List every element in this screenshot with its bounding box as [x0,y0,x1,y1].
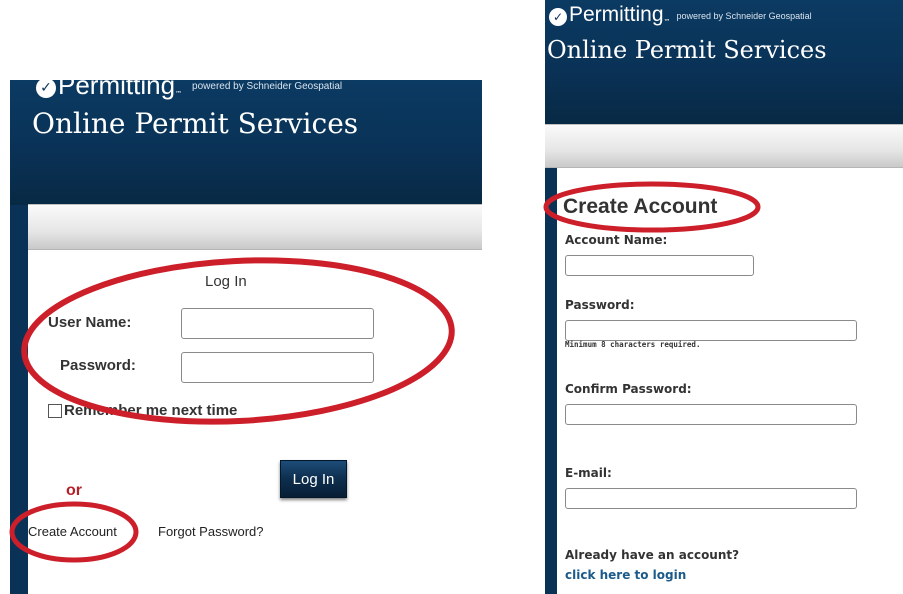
trademark-symbol-right: ™ [663,18,671,26]
check-circle-icon: ✓ [549,8,567,26]
login-panel: ✓ Permitting ™ powered by Schneider Geos… [10,80,482,594]
check-circle-icon: ✓ [36,80,56,98]
nav-bar-right [545,124,903,168]
left-border [10,205,28,594]
already-have-account-text: Already have an account? [565,548,740,562]
brand-logo-text-right: Permitting [569,3,664,26]
powered-by-text-right: powered by Schneider Geospatial [676,11,812,21]
remember-me-checkbox[interactable] [48,403,62,418]
login-button[interactable]: Log In [280,460,347,498]
password-label: Password: [60,357,136,374]
site-header: ✓ Permitting ™ powered by Schneider Geos… [10,80,482,205]
username-label: User Name: [48,314,132,331]
brand-logo-row-right: ✓ Permitting ™ powered by Schneider Geos… [549,4,812,26]
create-account-panel: ✓ Permitting ™ powered by Schneider Geos… [545,0,903,594]
brand-logo-row: ✓ Permitting ™ powered by Schneider Geos… [36,80,342,98]
remember-me-label: Remember me next time [64,402,238,419]
site-title: Online Permit Services [32,107,359,140]
username-input[interactable] [181,308,374,339]
create-account-link[interactable]: Create Account [28,524,117,539]
forgot-password-link[interactable]: Forgot Password? [158,524,264,539]
nav-bar [28,204,482,250]
password-label-right: Password: [565,298,635,312]
site-title-right: Online Permit Services [547,36,827,64]
new-password-input[interactable] [565,320,857,341]
brand-logo-text: Permitting [58,80,176,100]
site-header-right: ✓ Permitting ™ powered by Schneider Geos… [545,0,903,125]
email-label: E-mail: [565,466,612,480]
account-name-input[interactable] [565,255,754,276]
login-link[interactable]: click here to login [565,568,686,582]
email-input[interactable] [565,488,857,509]
create-account-heading: Create Account [563,195,718,218]
password-input[interactable] [181,352,374,383]
trademark-symbol: ™ [175,90,183,98]
left-border-right [545,125,557,594]
login-heading: Log In [205,273,247,290]
confirm-password-label: Confirm Password: [565,382,692,396]
or-separator: or [66,482,82,499]
password-hint: Minimum 8 characters required. [565,340,701,349]
confirm-password-input[interactable] [565,404,857,425]
remember-me-row: Remember me next time [48,402,237,419]
powered-by-text: powered by Schneider Geospatial [192,81,343,92]
account-name-label: Account Name: [565,233,668,247]
